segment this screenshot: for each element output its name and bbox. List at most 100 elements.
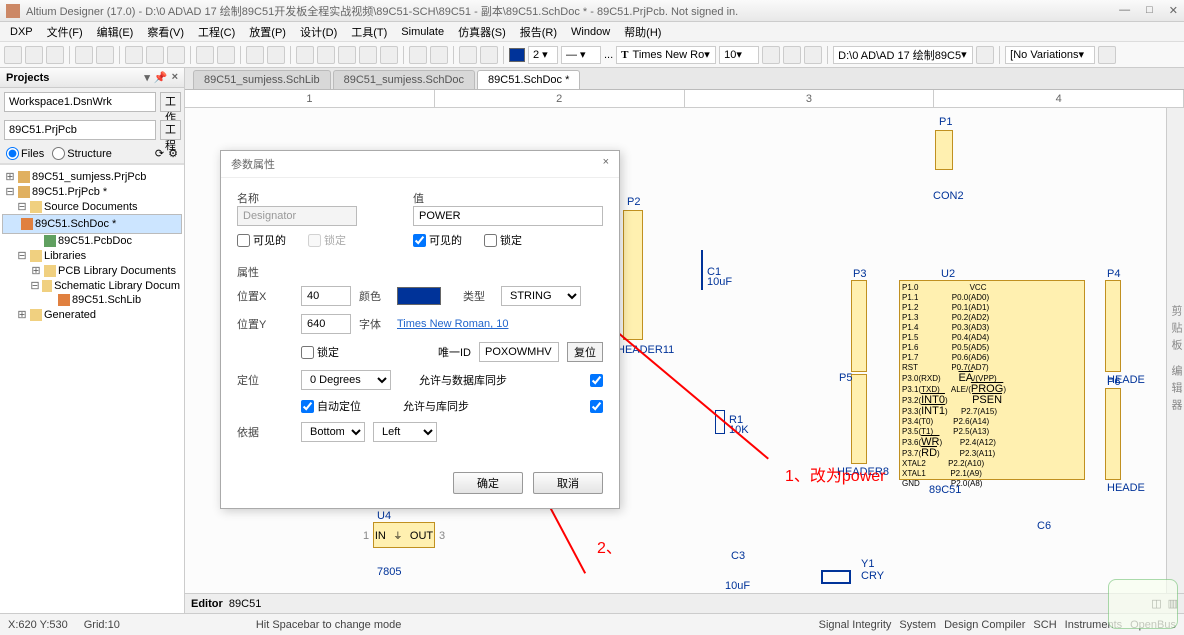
posx-input[interactable]	[301, 286, 351, 306]
tool-bus[interactable]	[317, 46, 335, 64]
name-visible-check[interactable]: 可见的	[237, 232, 286, 248]
tool-zoom[interactable]	[246, 46, 264, 64]
cancel-button[interactable]: 取消	[533, 472, 603, 494]
menu-design[interactable]: 设计(D)	[294, 22, 343, 42]
tool-refresh[interactable]	[976, 46, 994, 64]
path-combo[interactable]: D:\0 AD\AD 17 绘制89C5 ▾	[833, 46, 973, 64]
workspace-combo[interactable]	[4, 92, 156, 112]
tool-redo[interactable]	[217, 46, 235, 64]
menu-place[interactable]: 放置(P)	[243, 22, 292, 42]
tree-node-schlibfld[interactable]: ⊟Schematic Library Docum	[2, 278, 182, 293]
name-input[interactable]	[237, 206, 357, 226]
close-button[interactable]: ✕	[1169, 4, 1178, 17]
tool-cut[interactable]	[125, 46, 143, 64]
uid-input[interactable]	[479, 342, 559, 362]
menu-dxp[interactable]: DXP	[4, 24, 39, 40]
tree-settings-icon[interactable]: ⚙	[168, 147, 178, 160]
sidebar-right[interactable]: 剪贴板 编辑器	[1166, 108, 1184, 593]
font-link[interactable]: Times New Roman, 10	[397, 318, 508, 330]
status-dc[interactable]: Design Compiler	[944, 619, 1025, 631]
part-p5[interactable]	[851, 374, 867, 464]
dialog-close-icon[interactable]: ×	[603, 156, 609, 172]
dialog-title-bar[interactable]: 参数属性 ×	[221, 151, 619, 178]
autopos-check[interactable]: 自动定位	[301, 398, 361, 414]
tool-text[interactable]	[459, 46, 477, 64]
tab-schdoc2[interactable]: 89C51.SchDoc *	[477, 70, 580, 89]
tree-node-gen[interactable]: ⊞Generated	[2, 307, 182, 322]
value-input[interactable]	[413, 206, 603, 226]
tool-port[interactable]	[359, 46, 377, 64]
panel-pin-icon[interactable]: 📌	[154, 71, 168, 84]
tree-node-prj1[interactable]: ⊞89C51_sumjess.PrjPcb	[2, 169, 182, 184]
tool-bold[interactable]	[762, 46, 780, 64]
tool-net[interactable]	[338, 46, 356, 64]
tool-undo[interactable]	[196, 46, 214, 64]
just-h-select[interactable]: Left	[373, 422, 437, 442]
posy-input[interactable]	[301, 314, 351, 334]
tool-italic[interactable]	[783, 46, 801, 64]
tool-wire[interactable]	[296, 46, 314, 64]
tool-print[interactable]	[75, 46, 93, 64]
color-swatch[interactable]	[509, 48, 525, 62]
editor-tab[interactable]: Editor 89C51	[191, 598, 261, 610]
part-u4[interactable]: IN ⏚ OUT	[373, 522, 435, 548]
menu-tools[interactable]: 工具(T)	[345, 22, 393, 42]
color-swatch-dlg[interactable]	[397, 287, 441, 305]
tool-preview[interactable]	[96, 46, 114, 64]
value-visible-check[interactable]: 可见的	[413, 232, 462, 248]
menu-window[interactable]: Window	[565, 24, 616, 40]
value-locked-check[interactable]: 锁定	[484, 232, 522, 248]
part-p3[interactable]	[851, 280, 867, 372]
part-p6[interactable]	[1105, 388, 1121, 480]
pos-locked-check[interactable]: 锁定	[301, 344, 339, 360]
menu-simulator[interactable]: 仿真器(S)	[452, 22, 512, 42]
tool-var[interactable]	[1098, 46, 1116, 64]
tool-save[interactable]	[46, 46, 64, 64]
maximize-button[interactable]: □	[1146, 4, 1153, 17]
tool-open[interactable]	[25, 46, 43, 64]
tool-note[interactable]	[480, 46, 498, 64]
tree-node-src[interactable]: ⊟Source Documents	[2, 199, 182, 214]
tree-node-schlib[interactable]: 89C51.SchLib	[2, 293, 182, 307]
orient-select[interactable]: 0 Degrees	[301, 370, 391, 390]
part-p2[interactable]	[623, 210, 643, 340]
project-button[interactable]: 工程	[160, 120, 181, 140]
tool-power[interactable]	[380, 46, 398, 64]
tree-node-libs[interactable]: ⊟Libraries	[2, 248, 182, 263]
linewidth-combo[interactable]: 2 ▾	[528, 46, 558, 64]
tree-refresh-icon[interactable]: ⟳	[155, 147, 164, 160]
tool-paste[interactable]	[167, 46, 185, 64]
name-locked-check[interactable]: 锁定	[308, 232, 346, 248]
tool-fit[interactable]	[267, 46, 285, 64]
tree-node-schdoc[interactable]: 89C51.SchDoc *	[2, 214, 182, 234]
panel-close-icon[interactable]: ×	[172, 71, 178, 84]
menu-edit[interactable]: 编辑(E)	[91, 22, 140, 42]
tab-schlib[interactable]: 89C51_sumjess.SchLib	[193, 70, 331, 89]
tool-underline[interactable]	[804, 46, 822, 64]
linestyle-combo[interactable]: — ▾	[561, 46, 601, 64]
sync-lib-check[interactable]	[590, 400, 603, 413]
ok-button[interactable]: 确定	[453, 472, 523, 494]
workspace-button[interactable]: 工作台	[160, 92, 181, 112]
status-si[interactable]: Signal Integrity	[819, 619, 892, 631]
tool-part[interactable]	[409, 46, 427, 64]
variations-combo[interactable]: [No Variations ▾	[1005, 46, 1095, 64]
chat-widget[interactable]	[1108, 579, 1178, 629]
tool-sheet[interactable]	[430, 46, 448, 64]
menu-reports[interactable]: 报告(R)	[514, 22, 563, 42]
menu-project[interactable]: 工程(C)	[192, 22, 241, 42]
menu-simulate[interactable]: Simulate	[395, 24, 450, 40]
menu-view[interactable]: 察看(V)	[141, 22, 190, 42]
tree-node-pcbdoc[interactable]: 89C51.PcbDoc	[2, 234, 182, 248]
part-y1[interactable]	[821, 570, 851, 584]
fontsize-combo[interactable]: 10 ▾	[719, 46, 759, 64]
tree-node-pcblib[interactable]: ⊞PCB Library Documents	[2, 263, 182, 278]
tree-node-prj2[interactable]: ⊟89C51.PrjPcb *	[2, 184, 182, 199]
status-sch[interactable]: SCH	[1033, 619, 1056, 631]
status-system[interactable]: System	[899, 619, 936, 631]
panel-menu-icon[interactable]: ▾	[144, 71, 150, 84]
part-p4[interactable]	[1105, 280, 1121, 372]
view-structure-radio[interactable]: Structure	[52, 147, 112, 160]
tool-new[interactable]	[4, 46, 22, 64]
type-select[interactable]: STRING	[501, 286, 581, 306]
